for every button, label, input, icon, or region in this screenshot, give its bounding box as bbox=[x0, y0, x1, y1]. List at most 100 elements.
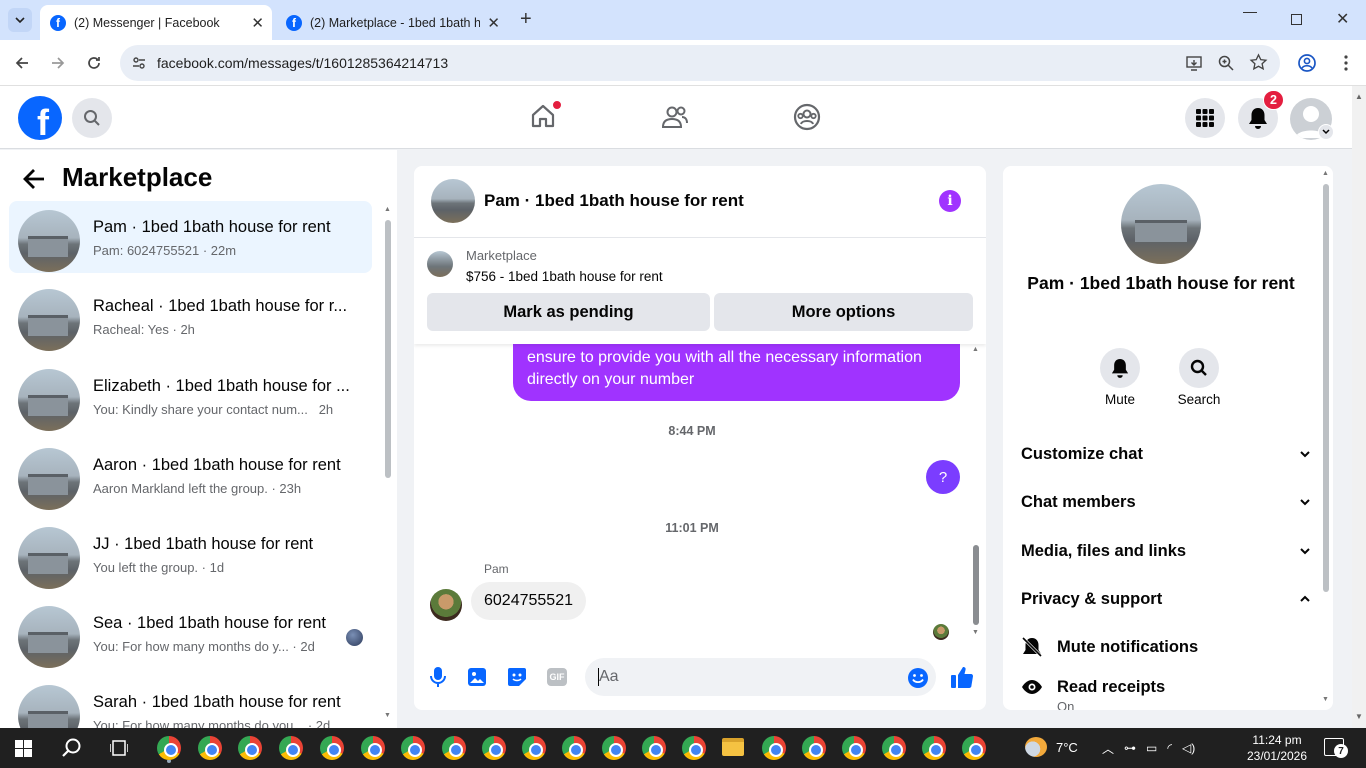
chrome-taskbar-icon[interactable] bbox=[482, 736, 506, 760]
sender-avatar[interactable] bbox=[430, 589, 462, 621]
facebook-logo[interactable]: f bbox=[18, 96, 62, 140]
account-chevron-icon[interactable] bbox=[1318, 124, 1334, 140]
file-explorer-icon[interactable] bbox=[722, 738, 744, 756]
listing-thumbnail[interactable] bbox=[427, 251, 453, 277]
emoji-icon[interactable] bbox=[907, 667, 929, 689]
notifications-button[interactable]: 2 bbox=[1238, 90, 1284, 138]
photo-icon[interactable] bbox=[467, 667, 487, 687]
forward-button[interactable] bbox=[45, 50, 71, 76]
tab-list-dropdown[interactable] bbox=[8, 8, 32, 32]
windows-start-icon[interactable] bbox=[15, 740, 32, 757]
chrome-taskbar-icon[interactable] bbox=[361, 736, 385, 760]
nav-groups[interactable] bbox=[793, 103, 821, 136]
page-scrollbar[interactable]: ▲ ▼ bbox=[1352, 86, 1366, 728]
chrome-taskbar-icon[interactable] bbox=[198, 736, 222, 760]
chrome-taskbar-icon[interactable] bbox=[922, 736, 946, 760]
chrome-taskbar-icon[interactable] bbox=[279, 736, 303, 760]
notification-center-button[interactable]: 7 bbox=[1324, 738, 1348, 758]
chat-avatar[interactable] bbox=[431, 179, 475, 223]
thumbs-up-icon[interactable] bbox=[950, 665, 974, 689]
bookmark-star-icon[interactable] bbox=[1249, 53, 1268, 72]
message-scrollbar[interactable]: ▲ ▼ bbox=[971, 346, 981, 640]
reload-button[interactable] bbox=[81, 50, 107, 76]
conversation-item[interactable]: Pam · 1bed 1bath house for rent Pam: 602… bbox=[9, 201, 372, 273]
close-window-button[interactable]: ✕ bbox=[1336, 9, 1349, 29]
conversation-item[interactable]: JJ · 1bed 1bath house for rent You left … bbox=[9, 518, 372, 590]
info-panel-scrollbar[interactable]: ▲ ▼ bbox=[1321, 170, 1331, 706]
mute-button[interactable] bbox=[1100, 348, 1140, 388]
weather-widget[interactable]: 7°C bbox=[1025, 737, 1078, 757]
new-tab-button[interactable]: + bbox=[520, 8, 532, 31]
install-app-icon[interactable] bbox=[1185, 54, 1203, 72]
section-chat-members[interactable]: Chat members bbox=[1021, 482, 1311, 522]
more-options-button[interactable]: More options bbox=[714, 293, 973, 331]
profile-button[interactable] bbox=[1294, 50, 1320, 76]
info-avatar[interactable] bbox=[1121, 184, 1201, 264]
chrome-taskbar-icon[interactable] bbox=[442, 736, 466, 760]
conversation-list-scrollbar[interactable]: ▲ ▼ bbox=[383, 206, 393, 721]
chrome-taskbar-icon[interactable] bbox=[401, 736, 425, 760]
section-privacy-support[interactable]: Privacy & support bbox=[1021, 579, 1311, 619]
conversation-item[interactable]: Aaron · 1bed 1bath house for rent Aaron … bbox=[9, 439, 372, 511]
chrome-taskbar-icon[interactable] bbox=[157, 736, 181, 760]
menu-button[interactable] bbox=[1185, 98, 1225, 138]
browser-menu-button[interactable] bbox=[1333, 50, 1359, 76]
close-tab-icon[interactable]: ✕ bbox=[251, 14, 264, 32]
restore-button[interactable] bbox=[1291, 14, 1302, 25]
facebook-favicon-icon: f bbox=[286, 14, 302, 31]
chrome-taskbar-icon[interactable] bbox=[642, 736, 666, 760]
section-customize-chat[interactable]: Customize chat bbox=[1021, 434, 1311, 474]
listing-title[interactable]: $756 - 1bed 1bath house for rent bbox=[466, 269, 663, 284]
chevron-down-icon bbox=[15, 17, 25, 24]
sticker-icon[interactable] bbox=[507, 667, 527, 687]
conversation-item[interactable]: Elizabeth · 1bed 1bath house for ... You… bbox=[9, 360, 372, 432]
tab-marketplace[interactable]: f (2) Marketplace - 1bed 1bath h ✕ bbox=[276, 5, 508, 40]
question-bubble[interactable]: ? bbox=[926, 460, 960, 494]
system-tray-icons[interactable]: ︿ ⊶ ▭ ◜ ◁) bbox=[1102, 739, 1242, 757]
outgoing-message-text: Kindly share your contact number with us… bbox=[527, 349, 922, 388]
gif-button[interactable]: GIF bbox=[547, 668, 567, 686]
nav-home[interactable] bbox=[529, 100, 562, 132]
nav-friends[interactable] bbox=[661, 103, 689, 136]
mark-as-pending-button[interactable]: Mark as pending bbox=[427, 293, 710, 331]
conversation-item[interactable]: Sarah · 1bed 1bath house for rent You: F… bbox=[9, 676, 372, 728]
tab-messenger[interactable]: f (2) Messenger | Facebook ✕ bbox=[40, 5, 272, 40]
back-button[interactable] bbox=[22, 168, 46, 195]
mute-notifications-item[interactable]: Mute notifications bbox=[1021, 634, 1311, 660]
chat-title[interactable]: Pam · 1bed 1bath house for rent bbox=[484, 191, 744, 211]
minimize-button[interactable] bbox=[1243, 12, 1257, 13]
chrome-taskbar-icon[interactable] bbox=[882, 736, 906, 760]
section-media-files-links[interactable]: Media, files and links bbox=[1021, 531, 1311, 571]
chrome-taskbar-icon[interactable] bbox=[762, 736, 786, 760]
search-icon bbox=[1190, 359, 1207, 376]
chrome-taskbar-icon[interactable] bbox=[962, 736, 986, 760]
chrome-taskbar-icon[interactable] bbox=[842, 736, 866, 760]
back-button[interactable] bbox=[9, 50, 35, 76]
message-input[interactable]: Aa bbox=[585, 658, 936, 696]
close-tab-icon[interactable]: ✕ bbox=[487, 14, 500, 32]
chrome-taskbar-icon[interactable] bbox=[602, 736, 626, 760]
zoom-icon[interactable] bbox=[1217, 54, 1235, 72]
conversation-item[interactable]: Sea · 1bed 1bath house for rent You: For… bbox=[9, 597, 372, 669]
conversation-info-button[interactable]: i bbox=[939, 190, 961, 212]
conversation-item[interactable]: Racheal · 1bed 1bath house for r... Rach… bbox=[9, 280, 372, 352]
groups-icon bbox=[793, 103, 821, 131]
search-in-conversation-button[interactable] bbox=[1179, 348, 1219, 388]
clock[interactable]: 11:24 pm 23/01/2026 bbox=[1246, 732, 1308, 764]
conversation-title: Sea · 1bed 1bath house for rent bbox=[93, 614, 326, 632]
chrome-taskbar-icon[interactable] bbox=[802, 736, 826, 760]
chrome-taskbar-icon[interactable] bbox=[522, 736, 546, 760]
site-settings-icon[interactable] bbox=[131, 55, 147, 71]
microphone-icon[interactable] bbox=[429, 666, 447, 688]
chrome-taskbar-icon[interactable] bbox=[682, 736, 706, 760]
tab-title: (2) Marketplace - 1bed 1bath h bbox=[310, 15, 480, 30]
search-button[interactable] bbox=[72, 98, 112, 138]
chrome-taskbar-icon[interactable] bbox=[238, 736, 262, 760]
read-receipts-item[interactable]: Read receipts bbox=[1021, 674, 1311, 700]
task-view-icon[interactable] bbox=[110, 739, 128, 757]
search-icon[interactable] bbox=[61, 737, 83, 759]
chrome-taskbar-icon[interactable] bbox=[562, 736, 586, 760]
address-bar[interactable]: facebook.com/messages/t/1601285364214713 bbox=[120, 45, 1280, 81]
chrome-taskbar-icon[interactable] bbox=[320, 736, 344, 760]
panel-title: Marketplace bbox=[62, 162, 213, 192]
